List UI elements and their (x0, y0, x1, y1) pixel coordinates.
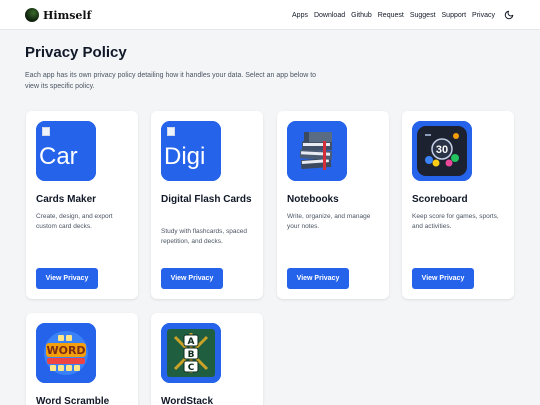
app-card-word-scramble: WORD Word Scramble (26, 313, 138, 405)
word-scramble-logo-text: WORD (46, 344, 85, 357)
nav-link-support[interactable]: Support (442, 12, 467, 19)
nav-link-github[interactable]: Github (351, 12, 372, 19)
nav-link-suggest[interactable]: Suggest (410, 12, 436, 19)
nav-link-request[interactable]: Request (378, 12, 404, 19)
nav-link-download[interactable]: Download (314, 12, 345, 19)
brand-name: Himself (43, 8, 92, 22)
nav-link-privacy[interactable]: Privacy (472, 12, 495, 19)
app-title: Word Scramble (36, 396, 110, 405)
cards-maker-icon: Car (36, 121, 96, 181)
page-description: Each app has its own privacy policy deta… (25, 72, 317, 90)
word-scramble-illustration: WORD (36, 323, 96, 383)
app-title: Cards Maker (36, 194, 97, 205)
notebooks-illustration (287, 121, 347, 181)
app-description: Keep score for games, sports, and activi… (412, 213, 499, 230)
app-title: WordStack (161, 396, 214, 405)
app-card-digital-flash-cards: Digi Digital Flash Cards Study with flas… (151, 111, 263, 299)
app-card-notebooks: Notebooks Write, organize, and manage yo… (277, 111, 389, 299)
app-card-scoreboard: 30 Scoreboard Keep score for games, spor… (402, 111, 514, 299)
page-title: Privacy Policy (25, 44, 127, 61)
nav-link-apps[interactable]: Apps (292, 12, 308, 19)
brand-logo (25, 8, 39, 22)
app-title: Scoreboard (412, 194, 468, 205)
brand-home-link[interactable]: Himself (25, 8, 91, 22)
wordstack-icon: A B C (161, 323, 221, 383)
view-privacy-button[interactable]: View Privacy (412, 268, 474, 289)
view-privacy-button[interactable]: View Privacy (287, 268, 349, 289)
wordstack-illustration: A B C (161, 323, 221, 383)
app-description: Study with flashcards, spaced repetition… (161, 228, 247, 245)
notebooks-icon (287, 121, 347, 181)
icon-alt-text: Digi (164, 143, 206, 170)
view-privacy-button[interactable]: View Privacy (36, 268, 98, 289)
app-title: Digital Flash Cards (161, 194, 252, 205)
app-card-wordstack: A B C WordStack (151, 313, 263, 405)
wordstack-letter: A (188, 337, 195, 347)
icon-alt-text: Car (39, 143, 78, 170)
scoreboard-illustration: 30 (412, 121, 472, 181)
digital-flash-cards-icon: Digi (161, 121, 221, 181)
scoreboard-icon: 30 (412, 121, 472, 181)
view-privacy-button[interactable]: View Privacy (161, 268, 223, 289)
word-scramble-icon: WORD (36, 323, 96, 383)
wordstack-letter: B (188, 350, 195, 360)
app-description: Write, organize, and manage your notes. (287, 213, 371, 230)
wordstack-letter: C (188, 363, 195, 373)
broken-image-icon (167, 127, 175, 136)
nav-links: Apps Download Github Request Suggest Sup… (286, 0, 514, 30)
app-card-cards-maker: Car Cards Maker Create, design, and expo… (26, 111, 138, 299)
app-title: Notebooks (287, 194, 339, 205)
app-description: Create, design, and export custom card d… (36, 213, 113, 230)
scoreboard-number: 30 (436, 144, 448, 156)
moon-icon[interactable] (504, 10, 514, 20)
top-navbar: Himself Apps Download Github Request Sug… (0, 0, 540, 30)
broken-image-icon (42, 127, 50, 136)
